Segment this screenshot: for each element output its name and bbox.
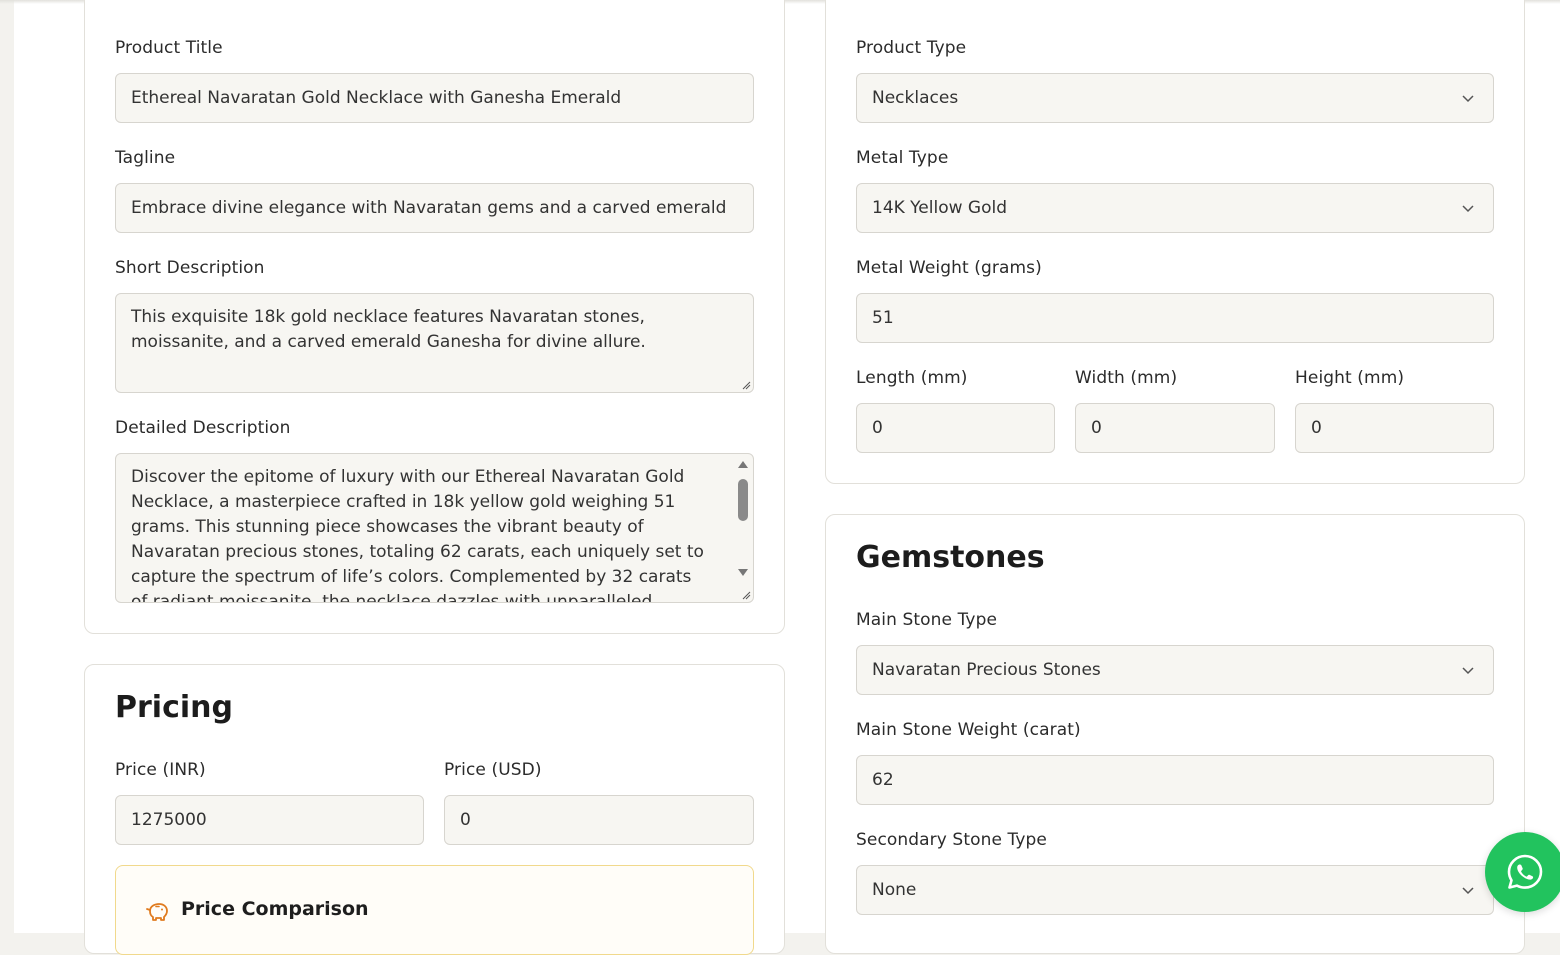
width-label: Width (mm) — [1075, 368, 1178, 388]
whatsapp-chat-button[interactable] — [1485, 832, 1560, 912]
metal-weight-input[interactable]: 51 — [856, 293, 1494, 343]
resize-handle-icon[interactable] — [741, 380, 751, 390]
metal-type-select[interactable]: 14K Yellow Gold — [856, 183, 1494, 233]
detailed-description-text: Discover the epitome of luxury with our … — [131, 467, 704, 603]
height-input[interactable]: 0 — [1295, 403, 1494, 453]
metal-weight-label: Metal Weight (grams) — [856, 258, 1042, 278]
chevron-down-icon — [1462, 667, 1474, 675]
piggy-bank-icon — [146, 903, 168, 921]
chevron-down-icon — [1462, 205, 1474, 213]
secondary-stone-type-value: None — [872, 880, 917, 900]
whatsapp-icon — [1507, 854, 1543, 889]
pricing-title: Pricing — [115, 690, 233, 725]
tagline-input[interactable]: Embrace divine elegance with Navaratan g… — [115, 183, 754, 233]
secondary-stone-type-select[interactable]: None — [856, 865, 1494, 915]
tagline-label: Tagline — [115, 148, 176, 168]
short-description-label: Short Description — [115, 258, 265, 278]
secondary-stone-type-label: Secondary Stone Type — [856, 830, 1047, 850]
resize-handle-icon[interactable] — [741, 590, 751, 600]
price-comparison-title: Price Comparison — [181, 898, 369, 920]
metal-type-value: 14K Yellow Gold — [872, 198, 1008, 218]
price-inr-label: Price (INR) — [115, 760, 206, 780]
main-stone-weight-label: Main Stone Weight (carat) — [856, 720, 1081, 740]
main-stone-weight-input[interactable]: 62 — [856, 755, 1494, 805]
product-type-value: Necklaces — [872, 88, 959, 108]
height-label: Height (mm) — [1295, 368, 1405, 388]
metal-type-label: Metal Type — [856, 148, 949, 168]
short-description-textarea[interactable]: This exquisite 18k gold necklace feature… — [115, 293, 754, 393]
width-input[interactable]: 0 — [1075, 403, 1275, 453]
price-usd-input[interactable]: 0 — [444, 795, 754, 845]
length-input[interactable]: 0 — [856, 403, 1055, 453]
product-type-select[interactable]: Necklaces — [856, 73, 1494, 123]
price-inr-input[interactable]: 1275000 — [115, 795, 424, 845]
main-stone-type-select[interactable]: Navaratan Precious Stones — [856, 645, 1494, 695]
short-description-text: This exquisite 18k gold necklace feature… — [131, 307, 646, 352]
price-usd-label: Price (USD) — [444, 760, 542, 780]
detailed-description-label: Detailed Description — [115, 418, 291, 438]
product-title-input[interactable]: Ethereal Navaratan Gold Necklace with Ga… — [115, 73, 754, 123]
main-stone-type-label: Main Stone Type — [856, 610, 998, 630]
product-title-label: Product Title — [115, 38, 223, 58]
detailed-description-textarea[interactable]: Discover the epitome of luxury with our … — [115, 453, 754, 603]
product-type-label: Product Type — [856, 38, 967, 58]
gemstones-title: Gemstones — [856, 540, 1045, 575]
chevron-down-icon — [1462, 887, 1474, 895]
main-stone-type-value: Navaratan Precious Stones — [872, 660, 1101, 680]
length-label: Length (mm) — [856, 368, 968, 388]
textarea-scrollbar[interactable] — [734, 455, 752, 590]
chevron-down-icon — [1462, 95, 1474, 103]
